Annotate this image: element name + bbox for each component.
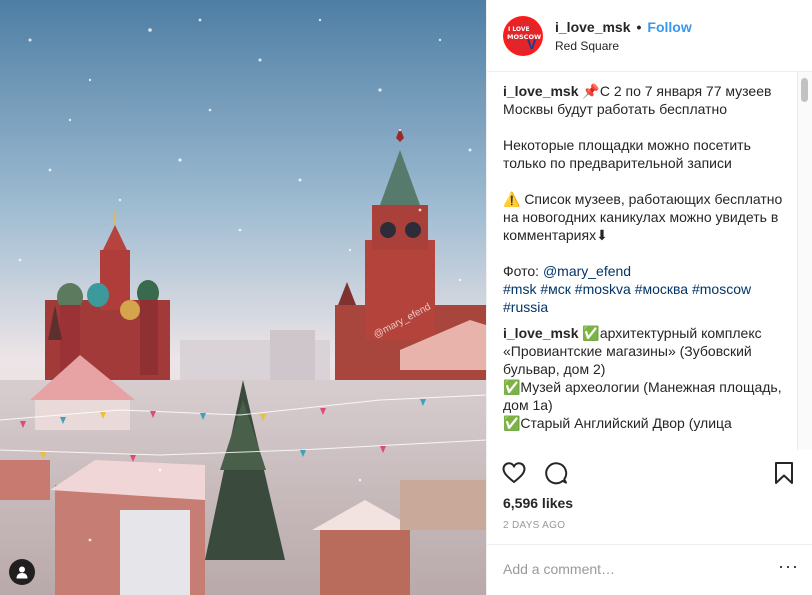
scrollbar-thumb[interactable]: [801, 78, 808, 102]
avatar-text-line1: I LOVE: [508, 25, 530, 33]
post-photo[interactable]: @mary_efend: [0, 0, 486, 595]
add-comment-bar: ···: [487, 544, 812, 595]
hashtag-link[interactable]: #moskva: [575, 281, 631, 297]
caption-username[interactable]: i_love_msk: [503, 83, 579, 99]
header-text: i_love_msk • Follow Red Square: [555, 19, 692, 53]
bookmark-icon: [775, 462, 793, 484]
red-square-photo: [0, 0, 486, 595]
comment-text-line3: ✅Старый Английский Двор (улица: [503, 415, 732, 431]
post-timestamp[interactable]: 2 DAYS AGO: [503, 520, 565, 531]
comments-list[interactable]: i_love_msk 📌С 2 по 7 января 77 музеев Мо…: [487, 72, 812, 450]
separator-dot: •: [636, 18, 642, 35]
hashtag-link[interactable]: #russia: [503, 299, 548, 315]
caption-text-2: Некоторые площадки можно посетить только…: [503, 137, 751, 171]
post-header: I LOVE MOSCOW V i_love_msk • Follow Red …: [487, 0, 812, 72]
post-side-panel: I LOVE MOSCOW V i_love_msk • Follow Red …: [486, 0, 812, 595]
like-button[interactable]: [501, 460, 527, 486]
add-comment-input[interactable]: [503, 559, 763, 579]
photo-credit-link[interactable]: @mary_efend: [543, 263, 631, 279]
comment-item: i_love_msk ✅архитектурный комплекс «Пров…: [503, 324, 789, 378]
avatar[interactable]: I LOVE MOSCOW V: [503, 15, 543, 56]
header-line: i_love_msk • Follow: [555, 19, 692, 35]
comment-text-line2: ✅Музей археологии (Манежная площадь, дом…: [503, 379, 782, 413]
likes-count[interactable]: 6,596 likes: [503, 495, 573, 511]
hashtag-link[interactable]: #мск: [540, 281, 571, 297]
comments-scrollbar[interactable]: [797, 72, 812, 450]
action-bar: [487, 450, 812, 494]
caption-photo-credit: Фото: @mary_efend: [503, 262, 789, 280]
follow-button[interactable]: Follow: [647, 19, 691, 35]
location-link[interactable]: Red Square: [555, 39, 692, 53]
more-options-button[interactable]: ···: [778, 557, 799, 575]
comment-username[interactable]: i_love_msk: [503, 325, 579, 341]
avatar-text-mark: V: [527, 35, 537, 52]
hashtag-link[interactable]: #moscow: [692, 281, 751, 297]
caption-text-3: ⚠️ Список музеев, работающих бесплатно н…: [503, 191, 783, 243]
comment-button[interactable]: [543, 460, 569, 486]
caption-tags: #msk #мск #moskva #москва #moscow #russi…: [503, 280, 789, 316]
heart-icon: [502, 462, 526, 484]
hashtag-link[interactable]: #msk: [503, 281, 536, 297]
photo-credit-prefix: Фото:: [503, 263, 540, 279]
comments-content: i_love_msk 📌С 2 по 7 января 77 музеев Мо…: [487, 72, 805, 432]
person-icon: [16, 566, 28, 579]
save-button[interactable]: [771, 460, 797, 486]
comment-bubble-icon: [545, 462, 568, 485]
caption-line1: i_love_msk 📌С 2 по 7 января 77 музеев Мо…: [503, 82, 789, 118]
username-link[interactable]: i_love_msk: [555, 19, 631, 35]
tagged-user-icon[interactable]: [9, 559, 35, 585]
hashtag-link[interactable]: #москва: [635, 281, 688, 297]
